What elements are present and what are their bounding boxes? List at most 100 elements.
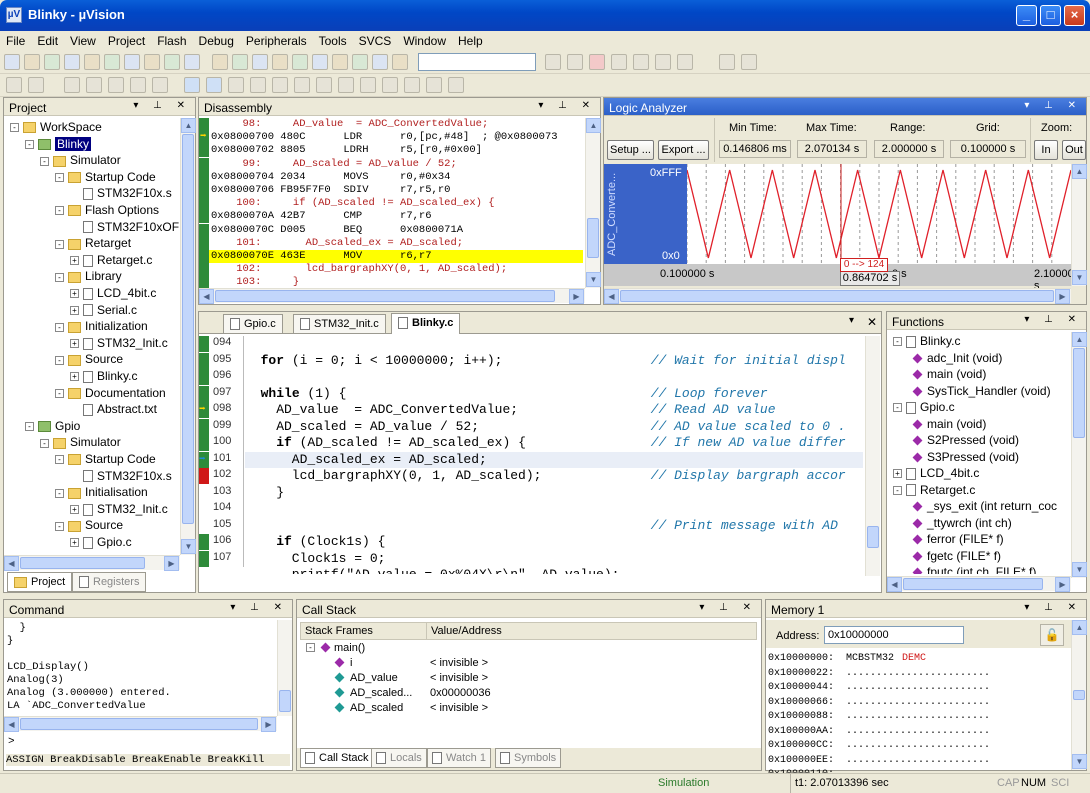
bookmark-prev-icon[interactable] <box>252 54 268 70</box>
function-item[interactable]: ferror (FILE* f) <box>911 532 1004 546</box>
symbols-window-icon[interactable] <box>228 77 244 93</box>
code-line[interactable]: 106 if (Clock1s) { <box>199 534 863 551</box>
code-line[interactable]: 107 Clock1s = 0; <box>199 550 863 567</box>
zoom-in-button[interactable]: In <box>1034 140 1058 160</box>
call-stack-window-icon[interactable] <box>272 77 288 93</box>
scroll-thumb[interactable] <box>279 690 291 712</box>
function-item[interactable]: fgetc (FILE* f) <box>911 549 1001 563</box>
expand-toggle-icon[interactable]: - <box>10 123 19 133</box>
scroll-up-icon[interactable]: ▲ <box>1072 332 1087 347</box>
code-line[interactable]: 100 if (AD_scaled != AD_scaled_ex) { // … <box>199 435 863 452</box>
step-icon[interactable] <box>64 77 80 93</box>
menu-debug[interactable]: Debug <box>193 31 240 48</box>
code-line[interactable]: ➡ 101 AD_scaled_ex = AD_scaled; <box>199 451 863 468</box>
undo-icon[interactable] <box>144 54 160 70</box>
scroll-left-icon[interactable]: ◀ <box>4 556 19 571</box>
expand-toggle-icon[interactable]: + <box>70 305 79 315</box>
memory-row[interactable]: 0x10000000: MCBSTM32 DEMC <box>768 652 1070 667</box>
function-item[interactable]: S3Pressed (void) <box>911 450 1019 464</box>
panel-controls[interactable]: ▾ ⊥ ✕ <box>538 100 596 111</box>
scroll-thumb[interactable] <box>1073 348 1085 438</box>
panel-controls[interactable]: ▾ ⊥ ✕ <box>1024 100 1082 111</box>
code-line[interactable]: 096 <box>199 369 863 386</box>
command-input[interactable] <box>18 734 288 749</box>
show-next-icon[interactable] <box>152 77 168 93</box>
incremental-find-icon[interactable] <box>567 54 583 70</box>
project-target-item[interactable]: - Blinky <box>25 136 92 151</box>
tab-symbols[interactable]: Symbols <box>495 748 562 768</box>
callstack-row[interactable]: - main() <box>300 641 757 656</box>
minimize-button[interactable]: _ <box>1016 5 1037 26</box>
callstack-row[interactable]: AD_scaled... 0x00000036 <box>300 686 757 701</box>
scroll-thumb[interactable] <box>20 718 258 730</box>
breakpoint-all-icon[interactable] <box>677 54 693 70</box>
project-file-item[interactable]: + Retarget.c <box>70 253 152 267</box>
cut-icon[interactable] <box>84 54 100 70</box>
logic-hscroll[interactable]: ◀ ▶ <box>604 288 1071 304</box>
callstack-row[interactable]: AD_value < invisible > <box>300 671 757 686</box>
expand-toggle-icon[interactable]: - <box>55 322 64 332</box>
panel-controls[interactable]: ▾ ⊥ ✕ <box>1024 602 1082 613</box>
tab-call-stack[interactable]: Call Stack <box>300 748 374 768</box>
code-line[interactable]: 104 <box>199 501 863 518</box>
tab-registers[interactable]: Registers <box>72 572 147 592</box>
memory-window-icon[interactable] <box>316 77 332 93</box>
col-value-address[interactable]: Value/Address <box>431 625 502 637</box>
menu-window[interactable]: Window <box>397 31 452 48</box>
disassembly-asm-line[interactable]: 0x0800070A 42B7 CMP r7,r6 <box>199 210 583 224</box>
menu-svcs[interactable]: SVCS <box>353 31 398 48</box>
serial-window-icon[interactable] <box>338 77 354 93</box>
breakpoint-kill-icon[interactable] <box>655 54 671 70</box>
expand-toggle-icon[interactable]: - <box>893 485 902 495</box>
watch-window-icon[interactable] <box>294 77 310 93</box>
disassembly-listing[interactable]: 98: AD_value = ADC_ConvertedValue; ➡ 0x080… <box>199 118 583 289</box>
scroll-left-icon[interactable]: ◀ <box>199 289 214 304</box>
functions-file-item[interactable]: + LCD_4bit.c <box>893 466 979 480</box>
scroll-left-icon[interactable]: ◀ <box>4 717 19 732</box>
expand-toggle-icon[interactable]: + <box>70 505 79 515</box>
disassembly-vscroll[interactable]: ▲ ▼ <box>585 118 601 288</box>
code-line[interactable]: 105 // Print message with AD <box>199 517 863 534</box>
function-item[interactable]: S2Pressed (void) <box>911 433 1019 447</box>
editor-vscroll[interactable] <box>865 336 880 576</box>
nav-back-icon[interactable] <box>184 54 200 70</box>
expand-toggle-icon[interactable]: - <box>40 438 49 448</box>
disassembly-asm-line[interactable]: 0x08000704 2034 MOVS r0,#0x34 <box>199 170 583 184</box>
functions-vscroll[interactable]: ▲ ▼ <box>1071 332 1087 578</box>
memory-row[interactable]: 0x100000CC:........................ <box>768 739 1070 754</box>
registers-window-icon[interactable] <box>250 77 266 93</box>
run-to-cursor-icon[interactable] <box>130 77 146 93</box>
menu-file[interactable]: File <box>0 31 31 48</box>
settings-icon[interactable] <box>448 77 464 93</box>
window-icon[interactable] <box>719 54 735 70</box>
function-item[interactable]: SysTick_Handler (void) <box>911 384 1051 398</box>
expand-toggle-icon[interactable]: - <box>55 455 64 465</box>
project-folder-item[interactable]: - Startup Code <box>55 170 156 184</box>
project-file-item[interactable]: + Gpio.c <box>70 535 132 549</box>
disassembly-source-line[interactable]: 99: AD_scaled = AD_value / 52; <box>199 157 583 171</box>
redo-icon[interactable] <box>164 54 180 70</box>
command-hscroll[interactable]: ◀ ▶ <box>4 716 277 732</box>
scroll-thumb[interactable] <box>20 557 145 569</box>
expand-toggle-icon[interactable]: + <box>70 289 79 299</box>
configure-icon[interactable] <box>741 54 757 70</box>
scroll-thumb[interactable] <box>215 290 555 302</box>
find-in-files-icon[interactable] <box>545 54 561 70</box>
project-folder-item[interactable]: - Simulator <box>40 435 121 449</box>
scroll-up-icon[interactable]: ▲ <box>1072 620 1087 635</box>
project-file-item[interactable]: Abstract.txt <box>70 402 157 416</box>
step-out-icon[interactable] <box>108 77 124 93</box>
code-line[interactable]: 102 lcd_bargraphXY(0, 1, AD_scaled); // … <box>199 468 863 485</box>
system-viewer-icon[interactable] <box>404 77 420 93</box>
disassembly-asm-line[interactable]: 0x08000702 8805 LDRH r5,[r0,#0x00] <box>199 144 583 158</box>
menu-project[interactable]: Project <box>102 31 151 48</box>
save-all-icon[interactable] <box>64 54 80 70</box>
code-area[interactable]: 094 095 for (i = 0; i < 10000000; i++); /… <box>199 336 863 574</box>
memory-row[interactable]: 0x10000044:........................ <box>768 681 1070 696</box>
code-line[interactable]: 097 while (1) { // Loop forever <box>199 385 863 402</box>
code-line[interactable]: 094 <box>199 336 863 353</box>
new-file-icon[interactable] <box>4 54 20 70</box>
disassembly-asm-line[interactable]: ➡ 0x08000700 480C LDR r0,[pc,#48] ; @0x08… <box>199 131 583 145</box>
tab-stm32-init-c[interactable]: STM32_Init.c <box>293 314 386 334</box>
project-file-item[interactable]: STM32F10x.s <box>70 186 172 200</box>
